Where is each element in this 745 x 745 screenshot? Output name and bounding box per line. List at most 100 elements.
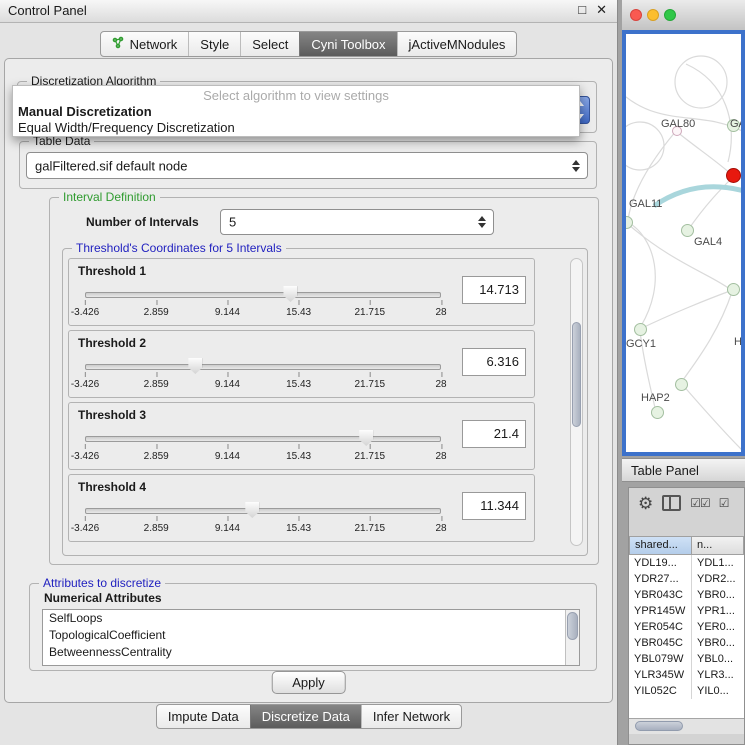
apply-button[interactable]: Apply	[271, 671, 346, 694]
cell[interactable]: YPR145W	[629, 603, 692, 619]
table-row[interactable]: YER054CYER0...	[629, 619, 744, 635]
columns-icon[interactable]	[662, 495, 681, 511]
highlighted-edge[interactable]	[654, 187, 741, 206]
network-node[interactable]	[634, 323, 647, 336]
tick-label: 28	[435, 379, 446, 390]
gear-icon[interactable]: ⚙	[638, 495, 653, 512]
network-node[interactable]	[727, 283, 740, 296]
network-node[interactable]	[681, 224, 694, 237]
zoom-traffic-light-icon[interactable]	[664, 9, 676, 21]
slider-track[interactable]	[85, 508, 441, 514]
cell[interactable]: YBR043C	[629, 587, 692, 603]
cyni-toolbox-panel: Discretization Algorithm Select algorith…	[4, 58, 613, 703]
list-item[interactable]: SelfLoops	[43, 610, 579, 627]
horizontal-scrollbar[interactable]	[629, 718, 744, 734]
cell[interactable]: YBR0...	[692, 587, 744, 603]
cell[interactable]: YIL0...	[692, 683, 744, 699]
cell[interactable]: YBR0...	[692, 635, 744, 651]
tab-label: Infer Network	[373, 709, 450, 724]
threshold-label: Threshold 4	[78, 480, 146, 494]
network-node[interactable]	[675, 378, 688, 391]
option-equal-width-frequency[interactable]: Equal Width/Frequency Discretization	[13, 120, 579, 136]
threshold-slider[interactable]: -3.426 2.859 9.144 15.43 21.715 28	[85, 429, 441, 465]
tick-label: 28	[435, 307, 446, 318]
thresholds-scrollbar[interactable]	[570, 258, 583, 546]
close-window-icon[interactable]: ✕	[596, 2, 607, 18]
network-node[interactable]	[651, 406, 664, 419]
cell[interactable]: YDL1...	[692, 555, 744, 571]
table-row[interactable]: YPR145WYPR1...	[629, 603, 744, 619]
threshold-slider[interactable]: -3.426 2.859 9.144 15.43 21.715 28	[85, 501, 441, 537]
slider-track[interactable]	[85, 436, 441, 442]
slider-thumb[interactable]	[188, 358, 202, 374]
screen: Control Panel □ ✕	[0, 0, 745, 745]
table-data-combobox[interactable]: galFiltered.sif default node	[26, 152, 588, 179]
cell[interactable]: YER054C	[629, 619, 692, 635]
tab-jactivemnodules[interactable]: jActiveMNodules	[397, 32, 517, 56]
minimize-traffic-light-icon[interactable]	[647, 9, 659, 21]
tabstrip: Impute Data Discretize Data Infer Networ…	[156, 704, 462, 729]
cell[interactable]: YBL079W	[629, 651, 692, 667]
table-row[interactable]: YDR27...YDR2...	[629, 571, 744, 587]
threshold-value-input[interactable]: 21.4	[462, 420, 526, 448]
threshold-slider[interactable]: -3.426 2.859 9.144 15.43 21.715 28	[85, 357, 441, 393]
tab-discretize-data[interactable]: Discretize Data	[250, 705, 361, 728]
numerical-attributes-list[interactable]: SelfLoops TopologicalCoefficient Between…	[42, 609, 580, 666]
table-row[interactable]: YDL19...YDL1...	[629, 555, 744, 571]
close-traffic-light-icon[interactable]	[630, 9, 642, 21]
cell[interactable]: YLR3...	[692, 667, 744, 683]
tab-select[interactable]: Select	[240, 32, 299, 56]
number-of-intervals-combobox[interactable]: 5	[220, 209, 494, 235]
scrollbar-thumb[interactable]	[635, 721, 683, 731]
cell[interactable]: YPR1...	[692, 603, 744, 619]
table-row[interactable]: YIL052CYIL0...	[629, 683, 744, 699]
threshold-slider[interactable]: -3.426 2.859 9.144 15.43 21.715 28	[85, 285, 441, 321]
table-row[interactable]: YBL079WYBL0...	[629, 651, 744, 667]
slider-track[interactable]	[85, 364, 441, 370]
combobox-stepper-icon[interactable]	[478, 216, 486, 228]
table-data-value: galFiltered.sif default node	[35, 158, 187, 173]
scrollbar-thumb[interactable]	[567, 612, 578, 640]
list-item[interactable]: BetweennessCentrality	[43, 644, 579, 661]
list-item[interactable]: TopologicalCoefficient	[43, 627, 579, 644]
option-manual-discretization[interactable]: Manual Discretization	[13, 104, 579, 120]
tab-cyni-toolbox[interactable]: Cyni Toolbox	[299, 32, 396, 56]
list-scrollbar[interactable]	[565, 610, 579, 665]
checkbox-icons[interactable]: ☑☑	[690, 497, 710, 509]
column-header-name[interactable]: n...	[692, 536, 744, 555]
slider-tick-labels: -3.426 2.859 9.144 15.43 21.715 28	[85, 379, 441, 391]
cell[interactable]: YLR345W	[629, 667, 692, 683]
network-canvas[interactable]: GAL80 GA GAL11 GAL4 GCY1 H HAP2	[622, 30, 745, 456]
scrollbar-thumb[interactable]	[572, 322, 581, 427]
threshold-value-input[interactable]: 11.344	[462, 492, 526, 520]
cell[interactable]: YBL0...	[692, 651, 744, 667]
combobox-stepper-icon[interactable]	[572, 160, 580, 172]
tab-network[interactable]: Network	[101, 32, 189, 56]
slider-thumb[interactable]	[245, 502, 259, 518]
cell[interactable]: YDR27...	[629, 571, 692, 587]
float-window-icon[interactable]: □	[578, 2, 586, 18]
selected-network-node[interactable]	[726, 168, 741, 183]
column-header-shared-name[interactable]: shared...	[629, 536, 692, 555]
cell[interactable]: YER0...	[692, 619, 744, 635]
cell[interactable]: YBR045C	[629, 635, 692, 651]
tab-impute-data[interactable]: Impute Data	[157, 705, 250, 728]
threshold-value-input[interactable]: 14.713	[462, 276, 526, 304]
tab-infer-network[interactable]: Infer Network	[361, 705, 461, 728]
cell[interactable]: YIL052C	[629, 683, 692, 699]
threshold-value-input[interactable]: 6.316	[462, 348, 526, 376]
slider-thumb[interactable]	[283, 286, 297, 302]
slider-tick-labels: -3.426 2.859 9.144 15.43 21.715 28	[85, 307, 441, 319]
table-row[interactable]: YLR345WYLR3...	[629, 667, 744, 683]
tab-style[interactable]: Style	[188, 32, 240, 56]
table-row[interactable]: YBR043CYBR0...	[629, 587, 744, 603]
slider-track[interactable]	[85, 292, 441, 298]
control-panel-tab-bar: Network Style Select Cyni Toolbox jActiv…	[0, 31, 617, 57]
slider-thumb[interactable]	[359, 430, 373, 446]
cell[interactable]: YDL19...	[629, 555, 692, 571]
checkbox-icon[interactable]: ☑	[719, 497, 729, 509]
network-view-window: GAL80 GA GAL11 GAL4 GCY1 H HAP2	[622, 0, 745, 456]
table-row[interactable]: YBR045CYBR0...	[629, 635, 744, 651]
bottom-tab-bar: Impute Data Discretize Data Infer Networ…	[0, 704, 618, 729]
cell[interactable]: YDR2...	[692, 571, 744, 587]
